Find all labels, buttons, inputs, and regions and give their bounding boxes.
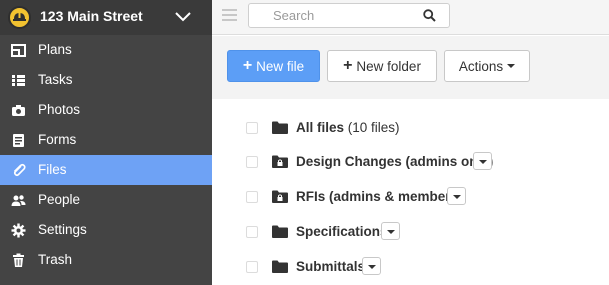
- sidebar-item-plans[interactable]: Plans: [0, 35, 212, 65]
- folder-name: Submittals: [296, 259, 366, 274]
- sidebar-item-settings[interactable]: Settings: [0, 215, 212, 245]
- sidebar-item-label: Tasks: [38, 72, 73, 87]
- folder-name: All files (10 files): [296, 120, 400, 135]
- folder-name-text: All files: [296, 120, 345, 135]
- sidebar-item-label: Trash: [38, 252, 73, 267]
- sidebar-item-label: Settings: [38, 222, 87, 237]
- sidebar-item-label: Forms: [38, 132, 77, 147]
- sidebar-item-tasks[interactable]: Tasks: [0, 65, 212, 95]
- folder-options-button[interactable]: [473, 152, 492, 170]
- paperclip-icon: [13, 163, 26, 177]
- files-panel: + New file + New folder Actions All file…: [212, 36, 609, 285]
- sidebar-item-label: Files: [38, 162, 67, 177]
- project-switcher[interactable]: 123 Main Street: [0, 0, 212, 35]
- new-folder-label: New folder: [356, 58, 421, 74]
- caret-down-icon: [507, 64, 516, 68]
- plus-icon: +: [242, 57, 253, 74]
- row-checkbox[interactable]: [246, 261, 258, 273]
- files-toolbar: + New file + New folder Actions: [212, 36, 609, 99]
- sidebar-item-photos[interactable]: Photos: [0, 95, 212, 125]
- trash-icon: [13, 253, 24, 267]
- sidebar-item-label: Plans: [38, 42, 72, 57]
- row-checkbox[interactable]: [246, 156, 258, 168]
- folder-name: Specifications: [296, 224, 388, 239]
- hamburger-icon[interactable]: [222, 9, 237, 23]
- forms-icon: [13, 134, 24, 147]
- search-icon[interactable]: [423, 9, 436, 22]
- caret-down-icon: [453, 195, 461, 199]
- folder-row-specifications[interactable]: Specifications: [212, 218, 609, 248]
- caret-down-icon: [387, 230, 395, 234]
- folder-row-design-changes[interactable]: Design Changes (admins only): [212, 148, 609, 178]
- camera-icon: [12, 105, 25, 116]
- sidebar-item-label: Photos: [38, 102, 81, 117]
- folder-options-button[interactable]: [447, 187, 466, 205]
- folder-options-button[interactable]: [362, 257, 381, 275]
- folder-row-rfis[interactable]: RFIs (admins & members): [212, 183, 609, 213]
- folder-name: RFIs (admins & members): [296, 189, 463, 204]
- sidebar-item-label: People: [38, 192, 81, 207]
- sidebar-item-forms[interactable]: Forms: [0, 125, 212, 155]
- actions-label: Actions: [458, 58, 504, 74]
- folder-icon: [272, 225, 288, 238]
- locked-folder-icon: [272, 190, 288, 203]
- caret-down-icon: [368, 265, 376, 269]
- locked-folder-icon: [272, 155, 288, 168]
- row-checkbox[interactable]: [246, 122, 258, 134]
- folder-icon: [272, 260, 288, 273]
- plans-icon: [11, 44, 26, 57]
- sidebar-item-trash[interactable]: Trash: [0, 245, 212, 275]
- new-file-button[interactable]: + New file: [227, 50, 320, 82]
- file-count: (10 files): [347, 120, 400, 135]
- sidebar-item-people[interactable]: People: [0, 185, 212, 215]
- caret-down-icon: [479, 160, 487, 164]
- row-checkbox[interactable]: [246, 226, 258, 238]
- gear-icon: [11, 223, 26, 238]
- actions-dropdown-button[interactable]: Actions: [444, 50, 530, 82]
- new-file-label: New file: [256, 58, 305, 74]
- project-name: 123 Main Street: [40, 8, 143, 24]
- folder-options-button[interactable]: [381, 222, 400, 240]
- chevron-down-icon[interactable]: [174, 10, 192, 24]
- tasks-icon: [12, 75, 25, 86]
- top-bar: [212, 0, 609, 35]
- plus-icon: +: [343, 57, 353, 74]
- search-box: [248, 3, 450, 28]
- new-folder-button[interactable]: + New folder: [327, 50, 437, 82]
- sidebar: 123 Main Street Plans Tasks Photos Forms…: [0, 0, 212, 285]
- row-checkbox[interactable]: [246, 191, 258, 203]
- search-input[interactable]: [249, 4, 419, 27]
- sidebar-item-files[interactable]: Files: [0, 155, 212, 185]
- hardhat-logo-icon: [8, 6, 31, 29]
- folder-row-all-files[interactable]: All files (10 files): [212, 114, 609, 144]
- folder-name: Design Changes (admins only): [296, 154, 494, 169]
- folder-row-submittals[interactable]: Submittals: [212, 253, 609, 283]
- people-icon: [11, 195, 26, 206]
- folder-icon: [272, 121, 288, 134]
